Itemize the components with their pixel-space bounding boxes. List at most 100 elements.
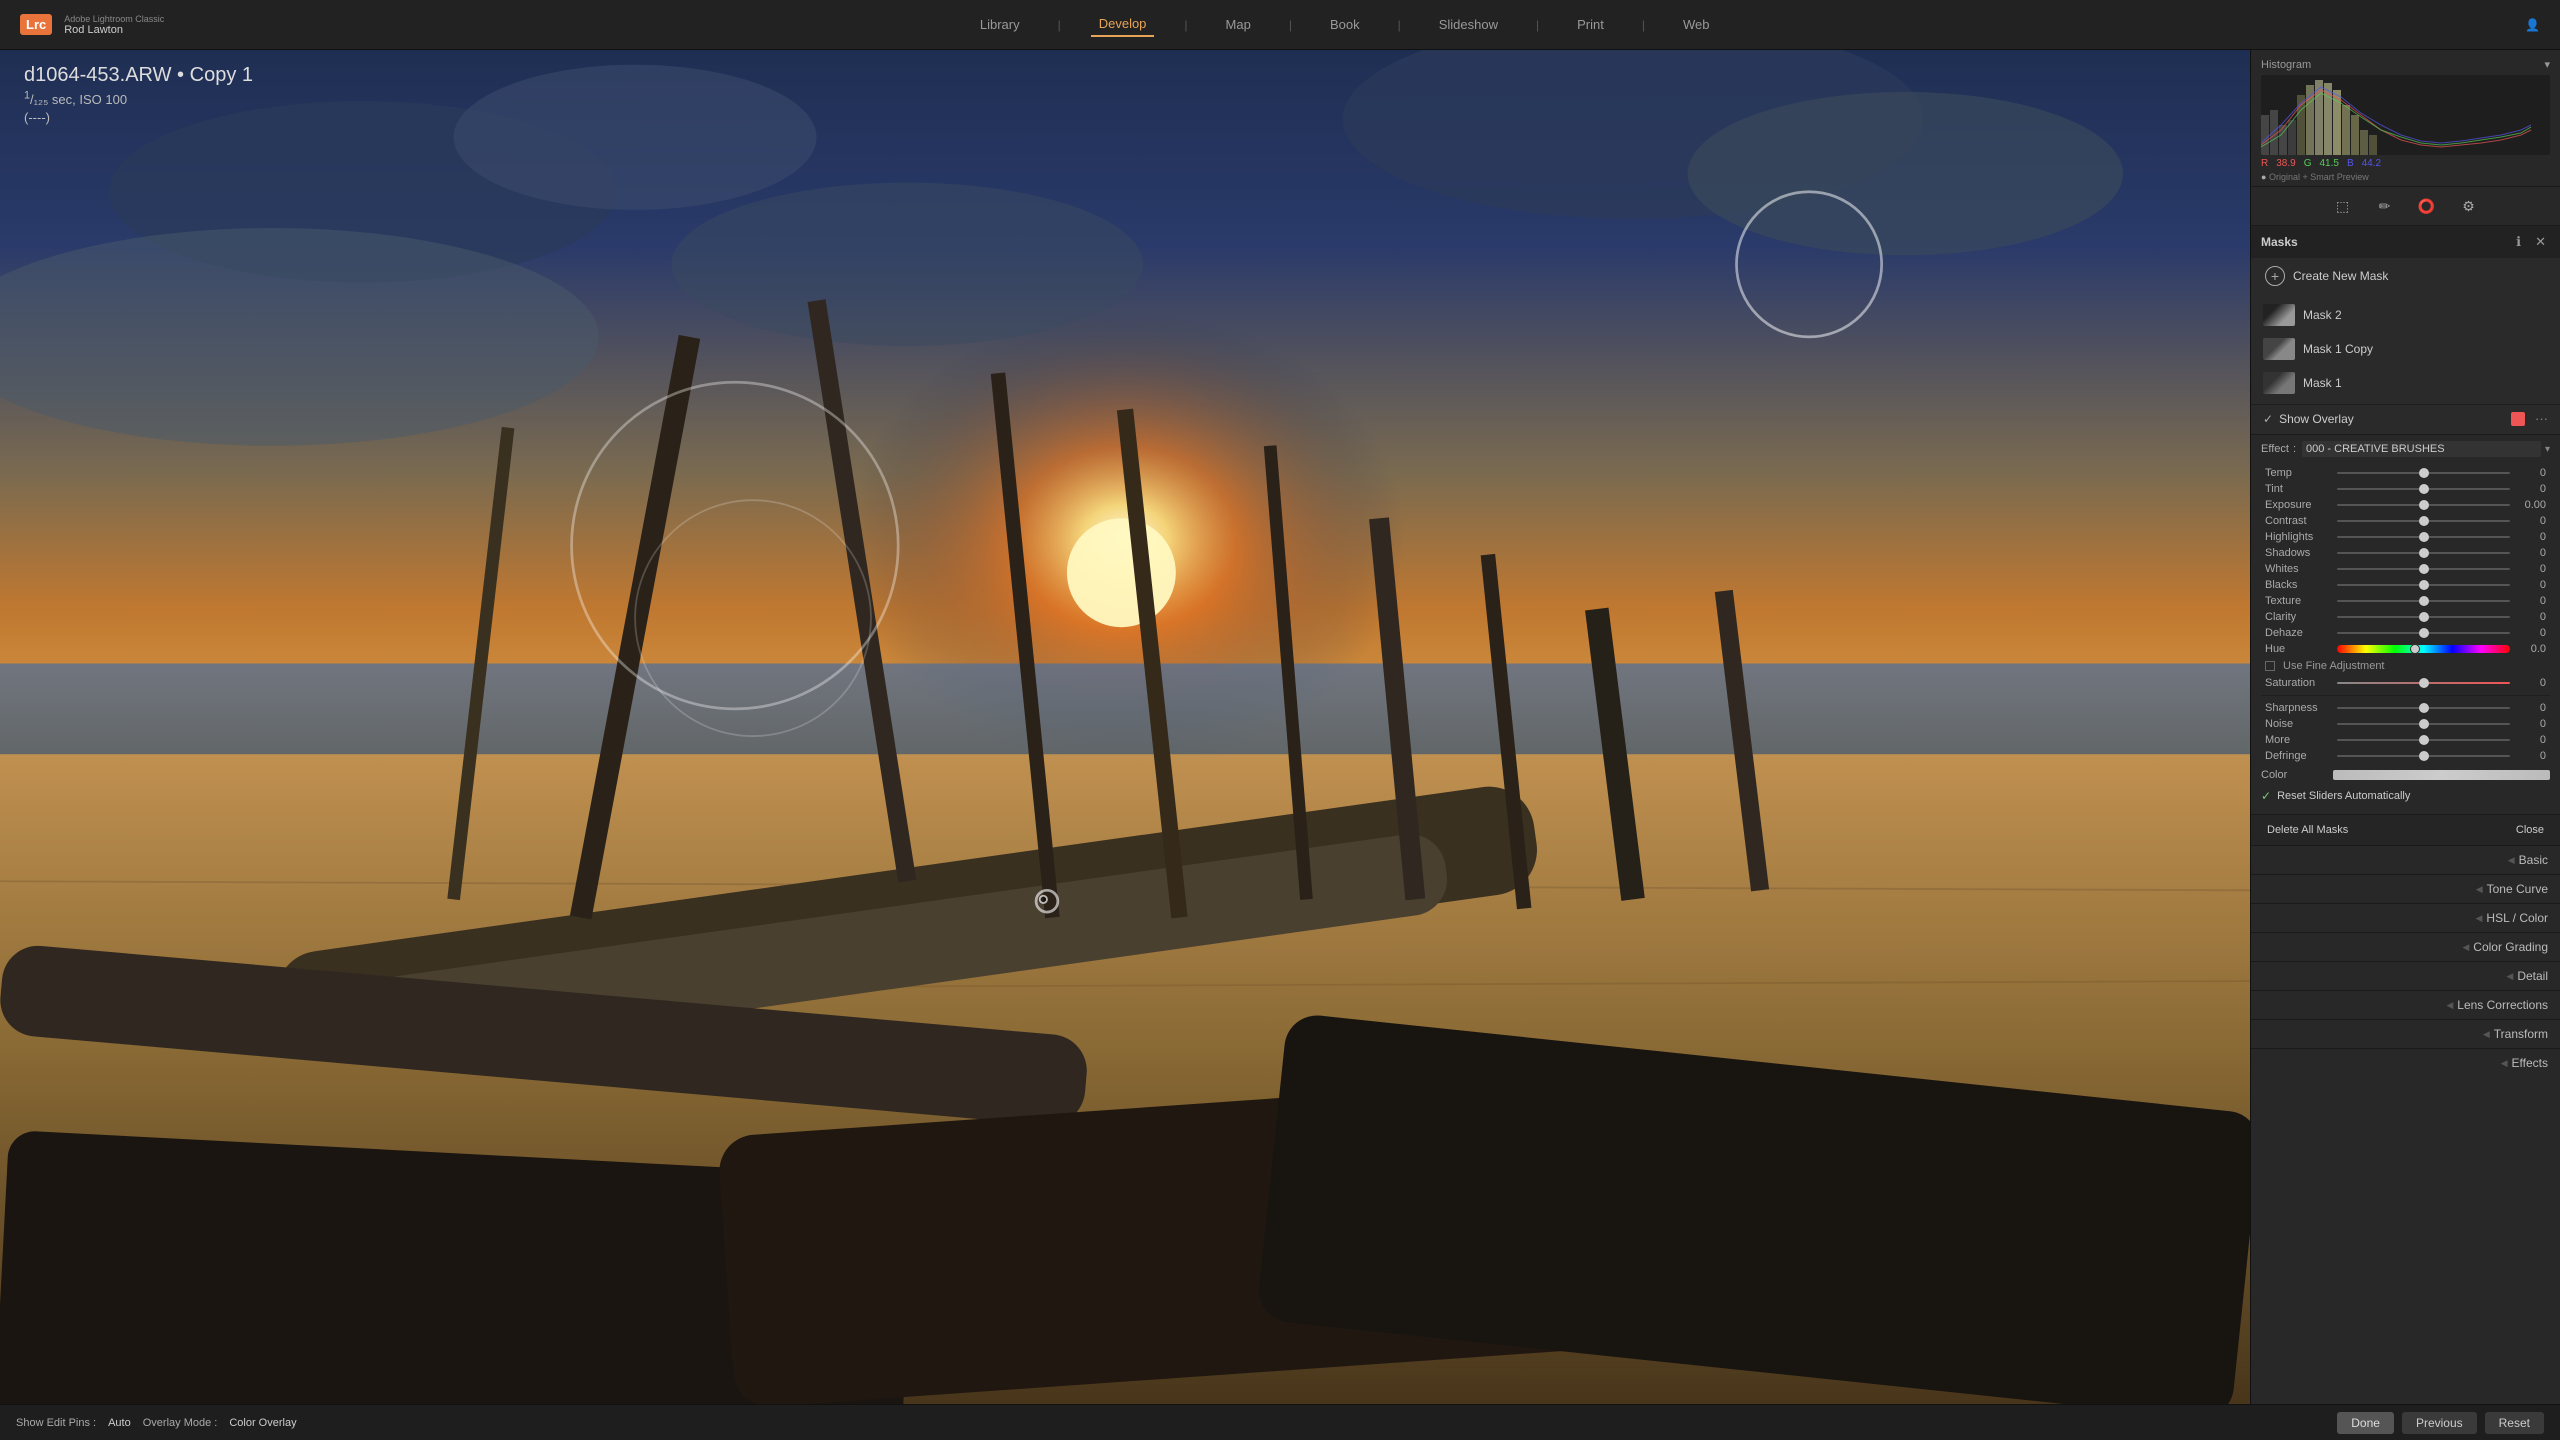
- reset-sliders-check[interactable]: ✓: [2261, 789, 2271, 803]
- overlay-color-swatch[interactable]: [2511, 412, 2525, 426]
- slider-hue-track[interactable]: [2337, 645, 2510, 653]
- slider-shadows-track[interactable]: [2337, 552, 2510, 554]
- detail-arrow: ◀: [2506, 971, 2513, 982]
- color-swatch-bar[interactable]: [2333, 770, 2550, 780]
- slider-clarity-track[interactable]: [2337, 616, 2510, 618]
- effect-select[interactable]: 000 - CREATIVE BRUSHES: [2302, 441, 2541, 457]
- nav-book[interactable]: Book: [1322, 13, 1368, 36]
- mask-item-mask1copy[interactable]: Mask 1 Copy: [2251, 332, 2560, 366]
- fine-adj-checkbox[interactable]: [2265, 661, 2275, 671]
- mask1copy-label: Mask 1 Copy: [2303, 342, 2548, 356]
- slider-saturation-label: Saturation: [2265, 677, 2333, 689]
- histogram-chart: [2261, 75, 2550, 155]
- slider-whites-value: 0: [2514, 563, 2546, 575]
- create-new-mask-button[interactable]: + Create New Mask: [2251, 258, 2560, 294]
- slider-noise-track[interactable]: [2337, 723, 2510, 725]
- divider-1: [2261, 695, 2550, 696]
- panel-tone-curve[interactable]: ◀ Tone Curve: [2251, 874, 2560, 903]
- slider-exposure-label: Exposure: [2265, 499, 2333, 511]
- slider-whites-track[interactable]: [2337, 568, 2510, 570]
- top-nav: Lrc Adobe Lightroom Classic Rod Lawton L…: [0, 0, 2560, 50]
- tone-curve-label: Tone Curve: [2487, 882, 2548, 896]
- slider-texture-value: 0: [2514, 595, 2546, 607]
- slider-noise-value: 0: [2514, 718, 2546, 730]
- panel-transform[interactable]: ◀ Transform: [2251, 1019, 2560, 1048]
- shutter-speed: 1/₁₂₅ sec, ISO 100: [24, 92, 127, 107]
- slider-exposure: Exposure 0.00: [2261, 497, 2550, 513]
- panel-detail[interactable]: ◀ Detail: [2251, 961, 2560, 990]
- lens-label: Lens Corrections: [2457, 998, 2548, 1012]
- slider-dehaze-track[interactable]: [2337, 632, 2510, 634]
- app-logo: Lrc: [20, 14, 52, 35]
- panel-lens-corrections[interactable]: ◀ Lens Corrections: [2251, 990, 2560, 1019]
- show-overlay-check[interactable]: ✓: [2263, 412, 2273, 426]
- panel-basic[interactable]: ◀ Basic: [2251, 845, 2560, 874]
- slider-temp-track[interactable]: [2337, 472, 2510, 474]
- slider-texture-track[interactable]: [2337, 600, 2510, 602]
- panel-effects[interactable]: ◀ Effects: [2251, 1048, 2560, 1077]
- overlay-dots-menu[interactable]: ···: [2535, 411, 2548, 426]
- reset-button[interactable]: Reset: [2485, 1412, 2544, 1434]
- show-overlay-row: ✓ Show Overlay ···: [2251, 404, 2560, 434]
- panel-hsl-color[interactable]: ◀ HSL / Color: [2251, 903, 2560, 932]
- app-branding: Lrc Adobe Lightroom Classic Rod Lawton: [20, 14, 164, 36]
- bottom-bar-left: Show Edit Pins : Auto Overlay Mode : Col…: [16, 1417, 297, 1429]
- slider-shadows-label: Shadows: [2265, 547, 2333, 559]
- slider-exposure-track[interactable]: [2337, 504, 2510, 506]
- overlay-mode-value[interactable]: Color Overlay: [229, 1417, 296, 1429]
- nav-develop[interactable]: Develop: [1091, 12, 1155, 37]
- masks-close-icon[interactable]: ✕: [2531, 232, 2550, 252]
- mask1-label: Mask 1: [2303, 376, 2548, 390]
- masks-header: Masks ℹ ✕: [2251, 226, 2560, 258]
- app-info: Adobe Lightroom Classic Rod Lawton: [64, 14, 164, 36]
- hist-b-value: 44.2: [2362, 158, 2381, 169]
- histogram-values: R 38.9 G 41.5 B 44.2: [2261, 158, 2550, 169]
- hist-g-label: G: [2304, 158, 2312, 169]
- mask2-thumb: [2263, 304, 2295, 326]
- slider-dehaze-label: Dehaze: [2265, 627, 2333, 639]
- profile-icon[interactable]: 👤: [2525, 18, 2540, 32]
- slider-highlights-track[interactable]: [2337, 536, 2510, 538]
- done-button[interactable]: Done: [2337, 1412, 2394, 1434]
- hsl-label: HSL / Color: [2486, 911, 2548, 925]
- right-panel: Histogram ▾: [2250, 50, 2560, 1404]
- settings-tool[interactable]: ⚙: [2456, 193, 2482, 219]
- mask-item-mask1[interactable]: Mask 1: [2251, 366, 2560, 400]
- slider-moire-value: 0: [2514, 734, 2546, 746]
- slider-hue-value: 0.0: [2514, 643, 2546, 655]
- panel-color-grading[interactable]: ◀ Color Grading: [2251, 932, 2560, 961]
- delete-all-masks-button[interactable]: Delete All Masks: [2261, 821, 2354, 839]
- slider-tint-track[interactable]: [2337, 488, 2510, 490]
- slider-contrast-track[interactable]: [2337, 520, 2510, 522]
- histogram-canvas: [2261, 75, 2550, 155]
- histogram-expand-icon[interactable]: ▾: [2544, 58, 2550, 71]
- slider-defringe: Defringe 0: [2261, 748, 2550, 764]
- slider-saturation-track[interactable]: [2337, 682, 2510, 684]
- slider-blacks-track[interactable]: [2337, 584, 2510, 586]
- slider-moire-track[interactable]: [2337, 739, 2510, 741]
- nav-slideshow[interactable]: Slideshow: [1431, 13, 1506, 36]
- crop-tool[interactable]: ⬚: [2330, 193, 2356, 219]
- mask-item-mask2[interactable]: Mask 2: [2251, 298, 2560, 332]
- nav-web[interactable]: Web: [1675, 13, 1718, 36]
- heal-tool[interactable]: ✏: [2372, 193, 2398, 219]
- previous-button[interactable]: Previous: [2402, 1412, 2477, 1434]
- mask-tool[interactable]: ⭕: [2414, 193, 2440, 219]
- slider-shadows: Shadows 0: [2261, 545, 2550, 561]
- slider-defringe-track[interactable]: [2337, 755, 2510, 757]
- create-new-mask-label: Create New Mask: [2293, 269, 2388, 283]
- masks-info-icon[interactable]: ℹ: [2512, 232, 2525, 252]
- masks-bottom-actions: Delete All Masks Close: [2251, 814, 2560, 845]
- effect-header: Effect : 000 - CREATIVE BRUSHES ▾: [2257, 435, 2554, 463]
- close-masks-button[interactable]: Close: [2510, 821, 2550, 839]
- nav-map[interactable]: Map: [1218, 13, 1259, 36]
- slider-sharpness-track[interactable]: [2337, 707, 2510, 709]
- effect-dropdown-arrow[interactable]: ▾: [2545, 444, 2550, 455]
- detail-label: Detail: [2517, 969, 2548, 983]
- mask1-thumb: [2263, 372, 2295, 394]
- nav-library[interactable]: Library: [972, 13, 1028, 36]
- show-edit-pins-value[interactable]: Auto: [108, 1417, 131, 1429]
- hist-r-value: 38.9: [2276, 158, 2295, 169]
- basic-label: Basic: [2519, 853, 2548, 867]
- nav-print[interactable]: Print: [1569, 13, 1612, 36]
